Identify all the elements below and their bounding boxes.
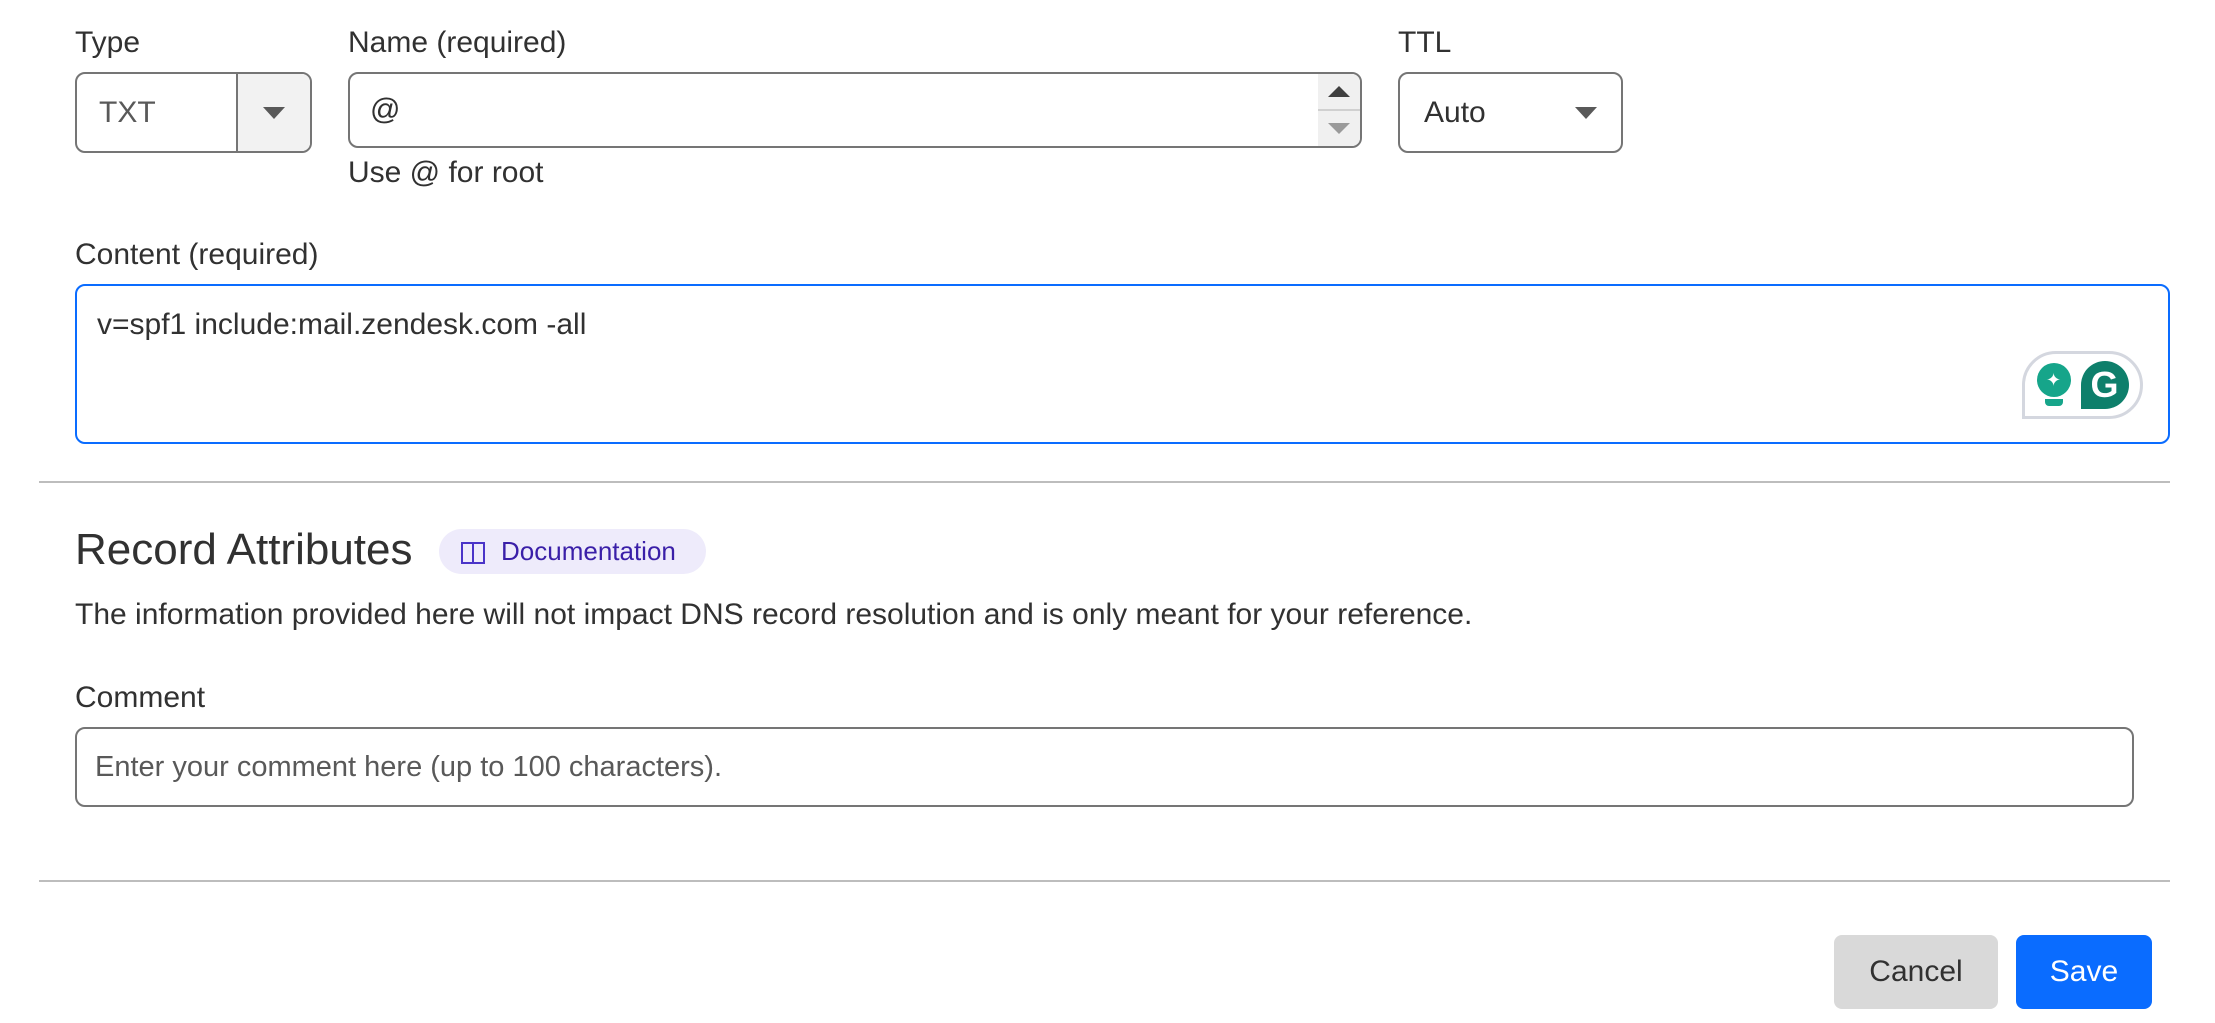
name-label: Name (required): [348, 26, 567, 59]
ttl-select-value: Auto: [1424, 95, 1486, 129]
type-label: Type: [75, 26, 141, 59]
comment-input[interactable]: [77, 749, 2132, 785]
lightbulb-sparkle-icon[interactable]: ✦: [2036, 363, 2071, 407]
content-textarea[interactable]: v=spf1 include:mail.zendesk.com -all: [95, 306, 1999, 420]
type-select-toggle[interactable]: [236, 74, 310, 151]
spinner-up-button[interactable]: [1318, 74, 1360, 111]
ttl-select[interactable]: Auto: [1398, 72, 1623, 153]
arrow-up-icon: [1328, 86, 1350, 97]
ttl-label: TTL: [1398, 26, 1452, 59]
comment-label: Comment: [75, 681, 206, 714]
documentation-label: Documentation: [501, 536, 676, 566]
book-icon: [461, 541, 485, 564]
save-button[interactable]: Save: [2016, 935, 2152, 1009]
caret-down-icon: [263, 106, 285, 119]
section-divider: [39, 481, 2170, 483]
documentation-link[interactable]: Documentation: [439, 529, 706, 574]
type-select[interactable]: TXT: [75, 72, 312, 153]
grammarly-widget[interactable]: ✦ G: [2022, 351, 2143, 419]
type-select-value: TXT: [99, 95, 156, 129]
section-title: Record Attributes: [75, 525, 413, 574]
content-label: Content (required): [75, 238, 319, 271]
name-hint: Use @ for root: [348, 156, 544, 189]
comment-field[interactable]: [75, 727, 2134, 807]
name-spinner[interactable]: [1318, 74, 1360, 146]
grammarly-g-icon[interactable]: G: [2080, 361, 2129, 409]
cancel-button[interactable]: Cancel: [1834, 935, 1998, 1009]
spinner-down-button[interactable]: [1318, 111, 1360, 146]
footer-divider: [39, 880, 2170, 882]
arrow-down-icon: [1328, 123, 1350, 134]
section-description: The information provided here will not i…: [75, 598, 1473, 631]
name-input[interactable]: [350, 74, 1318, 146]
name-field[interactable]: [348, 72, 1362, 148]
caret-down-icon: [1575, 106, 1597, 119]
content-field[interactable]: v=spf1 include:mail.zendesk.com -all: [75, 284, 2170, 444]
